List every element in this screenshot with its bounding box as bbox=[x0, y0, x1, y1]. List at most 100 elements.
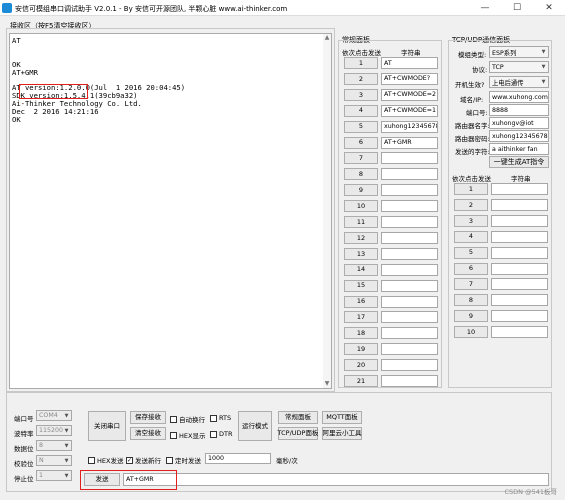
rts-checkbox[interactable]: RTS bbox=[210, 414, 231, 422]
common-string-input-7[interactable] bbox=[381, 152, 438, 165]
tcp-send-button-8[interactable]: 8 bbox=[454, 294, 488, 307]
common-send-button-9[interactable]: 9 bbox=[344, 184, 378, 197]
domain-input[interactable]: www.xuhong.com bbox=[489, 91, 549, 103]
common-send-button-10[interactable]: 10 bbox=[344, 200, 378, 213]
module-type-select[interactable]: ESP系列 ▼ bbox=[489, 46, 549, 58]
tcp-string-input-5[interactable] bbox=[491, 246, 548, 259]
send-text-input[interactable]: AT+GMR bbox=[123, 473, 549, 486]
common-send-button-14[interactable]: 14 bbox=[344, 263, 378, 276]
common-send-button-21[interactable]: 21 bbox=[344, 375, 378, 387]
common-string-input-8[interactable] bbox=[381, 168, 438, 181]
tcp-send-button-2[interactable]: 2 bbox=[454, 198, 488, 211]
tcp-string-input-6[interactable] bbox=[491, 262, 548, 275]
tcp-string-input-7[interactable] bbox=[491, 278, 548, 291]
scroll-down-icon[interactable]: ▼ bbox=[323, 380, 331, 388]
common-send-button-18[interactable]: 18 bbox=[344, 327, 378, 340]
port-number-input[interactable]: 8888 bbox=[489, 104, 549, 116]
tcp-string-input-3[interactable] bbox=[491, 214, 548, 227]
startup-select[interactable]: 上电后通传 ▼ bbox=[489, 76, 549, 88]
common-string-input-9[interactable] bbox=[381, 184, 438, 197]
common-send-button-16[interactable]: 16 bbox=[344, 295, 378, 308]
common-string-input-20[interactable] bbox=[381, 359, 438, 372]
common-string-input-10[interactable] bbox=[381, 200, 438, 213]
common-send-button-1[interactable]: 1 bbox=[344, 57, 378, 69]
data-bits-select[interactable]: 8 ▼ bbox=[36, 440, 72, 451]
common-string-input-18[interactable] bbox=[381, 327, 438, 340]
stop-bits-select[interactable]: 1 ▼ bbox=[36, 470, 72, 481]
common-string-input-19[interactable] bbox=[381, 343, 438, 356]
timed-send-checkbox[interactable]: 定时发送 bbox=[166, 455, 201, 465]
common-string-input-1[interactable]: AT bbox=[381, 57, 438, 69]
common-panel-button[interactable]: 常规面板 bbox=[278, 411, 318, 424]
common-string-input-11[interactable] bbox=[381, 216, 438, 228]
parity-select[interactable]: N ▼ bbox=[36, 455, 72, 466]
router-password-input[interactable]: xuhong12345678 bbox=[489, 130, 549, 142]
close-window-button[interactable]: ✕ bbox=[534, 2, 564, 14]
common-send-button-15[interactable]: 15 bbox=[344, 279, 378, 292]
common-string-input-15[interactable] bbox=[381, 279, 438, 292]
receive-scrollbar[interactable]: ▲ ▼ bbox=[323, 34, 331, 388]
send-string-input[interactable]: a aithinker fan bbox=[489, 143, 549, 155]
generate-at-button[interactable]: 一键生成AT指令 bbox=[489, 156, 549, 168]
common-string-input-21[interactable] bbox=[381, 375, 438, 387]
common-send-button-11[interactable]: 11 bbox=[344, 216, 378, 228]
common-send-button-19[interactable]: 19 bbox=[344, 343, 378, 356]
dtr-checkbox[interactable]: DTR bbox=[210, 430, 233, 438]
tcp-string-input-10[interactable] bbox=[491, 326, 548, 339]
common-send-button-6[interactable]: 6 bbox=[344, 136, 378, 149]
interval-input[interactable]: 1000 bbox=[205, 453, 271, 464]
tcp-string-input-4[interactable] bbox=[491, 230, 548, 243]
common-string-input-5[interactable]: xuhong12345678" bbox=[381, 120, 438, 133]
baud-select[interactable]: 115200 ▼ bbox=[36, 425, 72, 436]
common-send-button-4[interactable]: 4 bbox=[344, 104, 378, 117]
common-string-input-12[interactable] bbox=[381, 231, 438, 244]
tcp-string-input-1[interactable] bbox=[491, 183, 548, 195]
common-send-button-12[interactable]: 12 bbox=[344, 231, 378, 244]
send-newline-checkbox[interactable]: ✓ 发送新行 bbox=[126, 455, 161, 465]
common-string-input-16[interactable] bbox=[381, 295, 438, 308]
tcp-send-button-3[interactable]: 3 bbox=[454, 214, 488, 227]
common-send-button-2[interactable]: 2 bbox=[344, 72, 378, 85]
tcp-string-input-8[interactable] bbox=[491, 294, 548, 307]
clear-receive-button[interactable]: 清空接收 bbox=[130, 427, 166, 440]
tcp-string-input-9[interactable] bbox=[491, 310, 548, 323]
hex-display-checkbox[interactable]: HEX显示 bbox=[170, 430, 205, 440]
minimize-button[interactable]: — bbox=[470, 2, 500, 14]
hex-send-checkbox[interactable]: HEX发送 bbox=[88, 455, 123, 465]
common-send-button-5[interactable]: 5 bbox=[344, 120, 378, 133]
title-bar: 安信可模组串口调试助手 V2.0.1 - By 安信可开源团队, 半颗心脏 ww… bbox=[0, 0, 565, 16]
common-string-input-4[interactable]: AT+CWMODE=1 bbox=[381, 104, 438, 117]
run-mode-button[interactable]: 运行模式 bbox=[238, 411, 272, 441]
close-port-button[interactable]: 关闭串口 bbox=[88, 411, 126, 441]
common-send-button-8[interactable]: 8 bbox=[344, 168, 378, 181]
tcp-send-button-4[interactable]: 4 bbox=[454, 230, 488, 243]
tcp-send-button-10[interactable]: 10 bbox=[454, 326, 488, 339]
router-name-input[interactable]: xuhongv@iot bbox=[489, 117, 549, 129]
tcp-send-button-1[interactable]: 1 bbox=[454, 183, 488, 195]
common-string-input-2[interactable]: AT+CWMODE? bbox=[381, 72, 438, 85]
tcp-string-input-2[interactable] bbox=[491, 198, 548, 211]
common-send-button-13[interactable]: 13 bbox=[344, 247, 378, 260]
auto-newline-checkbox[interactable]: 自动换行 bbox=[170, 414, 205, 424]
tcp-send-button-6[interactable]: 6 bbox=[454, 262, 488, 275]
common-string-input-13[interactable] bbox=[381, 247, 438, 260]
common-send-button-17[interactable]: 17 bbox=[344, 311, 378, 324]
common-string-input-14[interactable] bbox=[381, 263, 438, 276]
tcp-send-button-5[interactable]: 5 bbox=[454, 246, 488, 259]
scroll-up-icon[interactable]: ▲ bbox=[323, 34, 331, 42]
tcp-udp-panel-button[interactable]: TCP/UDP面板 bbox=[278, 427, 318, 440]
common-send-button-20[interactable]: 20 bbox=[344, 359, 378, 372]
mqtt-panel-button[interactable]: MQTT面板 bbox=[322, 411, 362, 424]
tcp-send-button-7[interactable]: 7 bbox=[454, 278, 488, 291]
protocol-select[interactable]: TCP ▼ bbox=[489, 61, 549, 73]
save-receive-button[interactable]: 保存接收 bbox=[130, 411, 166, 424]
port-select[interactable]: COM4 ▼ bbox=[36, 410, 72, 421]
tcp-send-button-9[interactable]: 9 bbox=[454, 310, 488, 323]
common-string-input-6[interactable]: AT+GMR bbox=[381, 136, 438, 149]
common-send-button-7[interactable]: 7 bbox=[344, 152, 378, 165]
maximize-button[interactable]: ☐ bbox=[502, 2, 532, 14]
common-string-input-3[interactable]: AT+CWMODE=2 bbox=[381, 88, 438, 101]
aliyun-tool-button[interactable]: 阿里云小工具 bbox=[322, 427, 362, 440]
common-send-button-3[interactable]: 3 bbox=[344, 88, 378, 101]
common-string-input-17[interactable] bbox=[381, 311, 438, 324]
